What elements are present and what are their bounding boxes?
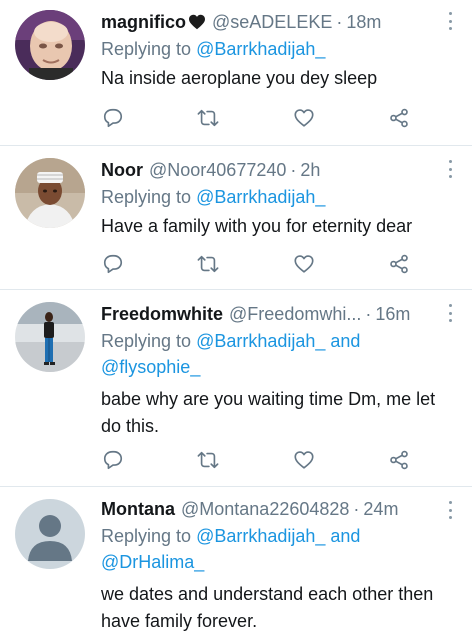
share-icon [390, 108, 408, 128]
tweet-content: Montana @Montana22604828 · 24m Replying … [101, 497, 460, 635]
replying-prefix: Replying to [101, 39, 197, 59]
and-connector: and [325, 331, 361, 351]
retweet-icon [197, 109, 219, 127]
display-name[interactable]: Montana [101, 499, 175, 520]
more-icon[interactable] [442, 304, 458, 322]
avatar[interactable] [15, 10, 85, 80]
tweet-header: Montana @Montana22604828 · 24m [101, 497, 460, 521]
black-heart-icon [188, 14, 206, 30]
separator-dot: · [353, 498, 360, 519]
replying-prefix: Replying to [101, 187, 197, 207]
mention-link[interactable]: @flysophie_ [101, 357, 200, 377]
tweet-content: Freedomwhite @Freedomwhi... · 16m Replyi… [101, 302, 460, 440]
user-handle[interactable]: @Noor40677240 [149, 160, 286, 181]
avatar[interactable] [15, 302, 85, 372]
avatar[interactable] [15, 499, 85, 569]
tweet-text: Na inside aeroplane you dey sleep [101, 68, 378, 88]
reply-button[interactable] [101, 106, 125, 130]
share-icon [390, 254, 408, 274]
more-icon[interactable] [442, 501, 458, 519]
more-icon[interactable] [442, 160, 458, 178]
mention-link[interactable]: @Barrkhadijah_ [196, 187, 325, 207]
retweet-button[interactable] [196, 448, 220, 472]
share-icon [390, 450, 408, 470]
reply-icon [103, 254, 123, 274]
like-icon [294, 109, 314, 127]
reply-icon [103, 108, 123, 128]
retweet-icon [197, 255, 219, 273]
display-name[interactable]: magnifico [101, 12, 186, 33]
timestamp[interactable]: 18m [346, 12, 381, 33]
tweet-text: babe why are you waiting time Dm, me let… [101, 389, 436, 436]
share-button[interactable] [387, 252, 411, 276]
reply-button[interactable] [101, 448, 125, 472]
reply-button[interactable] [101, 252, 125, 276]
like-button[interactable] [292, 252, 316, 276]
tweet-header: Freedomwhite @Freedomwhi... · 16m [101, 302, 460, 326]
mention-link[interactable]: @Barrkhadijah_ [196, 39, 325, 59]
mention-link[interactable]: @Barrkhadijah_ [196, 526, 325, 546]
timestamp[interactable]: 16m [375, 304, 410, 325]
like-icon [294, 255, 314, 273]
tweet[interactable]: magnifico @seADELEKE · 18m Replying to @… [0, 0, 472, 146]
replying-to: Replying to @Barrkhadijah_ and @DrHalima_ [101, 523, 460, 575]
replying-prefix: Replying to [101, 331, 197, 351]
replying-prefix: Replying to [101, 526, 197, 546]
replying-to: Replying to @Barrkhadijah_ and @flysophie… [101, 328, 460, 380]
mention-link[interactable]: @Barrkhadijah_ [196, 331, 325, 351]
mention-link[interactable]: @DrHalima_ [101, 552, 204, 572]
share-button[interactable] [387, 448, 411, 472]
tweet-actions [101, 252, 411, 276]
and-connector: and [325, 526, 361, 546]
retweet-icon [197, 451, 219, 469]
like-icon [294, 451, 314, 469]
replying-to: Replying to @Barrkhadijah_ [101, 184, 460, 210]
replying-to: Replying to @Barrkhadijah_ [101, 36, 460, 62]
tweet-text: we dates and understand each other then … [101, 584, 434, 631]
display-name[interactable]: Noor [101, 160, 143, 181]
tweet[interactable]: Noor @Noor40677240 · 2h Replying to @Bar… [0, 146, 472, 290]
tweet-actions [101, 106, 411, 130]
tweet-header: magnifico @seADELEKE · 18m [101, 10, 460, 34]
retweet-button[interactable] [196, 106, 220, 130]
user-handle[interactable]: @Montana22604828 [181, 499, 349, 520]
separator-dot: · [336, 11, 343, 32]
tweet[interactable]: Montana @Montana22604828 · 24m Replying … [0, 487, 472, 635]
display-name[interactable]: Freedomwhite [101, 304, 223, 325]
separator-dot: · [290, 159, 297, 180]
more-icon[interactable] [442, 12, 458, 30]
user-handle[interactable]: @seADELEKE [212, 12, 332, 33]
tweet-content: Noor @Noor40677240 · 2h Replying to @Bar… [101, 158, 460, 240]
tweet-text: Have a family with you for eternity dear [101, 216, 413, 236]
tweet-content: magnifico @seADELEKE · 18m Replying to @… [101, 10, 460, 92]
like-button[interactable] [292, 106, 316, 130]
user-handle[interactable]: @Freedomwhi... [229, 304, 361, 325]
share-button[interactable] [387, 106, 411, 130]
tweet-actions [101, 448, 411, 472]
tweet[interactable]: Freedomwhite @Freedomwhi... · 16m Replyi… [0, 290, 472, 487]
tweet-header: Noor @Noor40677240 · 2h [101, 158, 460, 182]
avatar[interactable] [15, 158, 85, 228]
like-button[interactable] [292, 448, 316, 472]
reply-icon [103, 450, 123, 470]
timestamp[interactable]: 2h [300, 160, 320, 181]
default-avatar-icon [15, 499, 85, 569]
retweet-button[interactable] [196, 252, 220, 276]
timestamp[interactable]: 24m [363, 499, 398, 520]
reply-feed: magnifico @seADELEKE · 18m Replying to @… [0, 0, 472, 635]
separator-dot: · [365, 303, 372, 324]
